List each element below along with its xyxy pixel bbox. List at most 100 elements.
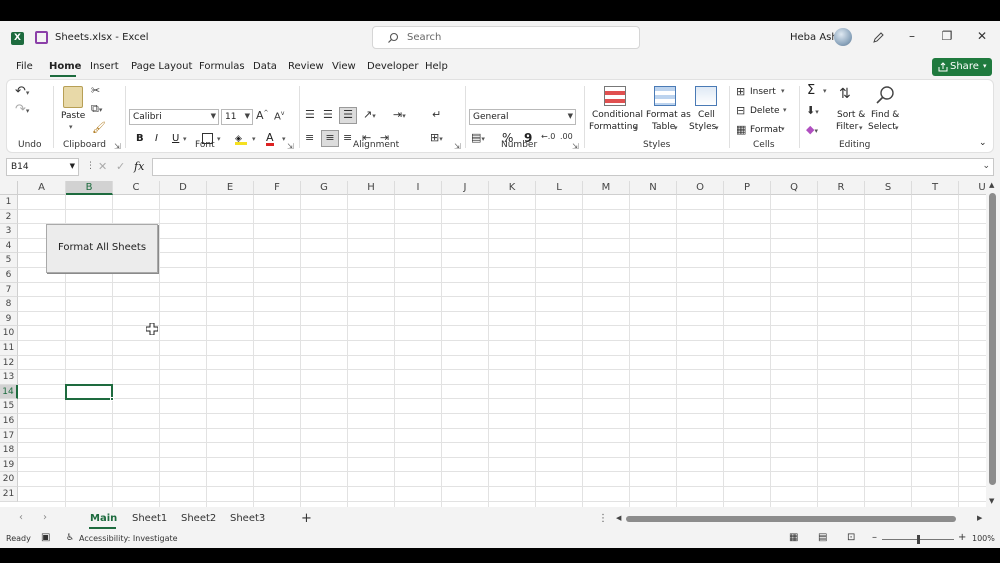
tab-review[interactable]: Review [288,61,324,72]
autosum-chevron-icon[interactable]: ▾ [823,87,827,95]
tab-data[interactable]: Data [253,61,277,72]
column-header-t[interactable]: T [912,181,959,195]
chevron-down-icon[interactable]: ▼ [70,162,75,170]
tab-file[interactable]: File [16,61,33,72]
column-header-m[interactable]: M [583,181,630,195]
zoom-level[interactable]: 100% [972,534,995,543]
decrease-decimal-icon[interactable]: .00 [560,132,573,141]
underline-chevron-icon[interactable]: ▾ [183,135,187,143]
find-select-chevron-icon[interactable]: ▾ [895,124,899,132]
sheet-tab-sheet2[interactable]: Sheet2 [181,513,216,524]
search-box[interactable]: Search [372,26,640,49]
delete-cells-button[interactable]: Delete [750,106,780,116]
font-name-dropdown[interactable]: Calibri ▼ [129,109,219,125]
cell-styles-icon[interactable] [695,86,717,106]
scroll-down-icon[interactable]: ▼ [989,497,994,505]
number-launcher-icon[interactable]: ⇲ [572,142,579,151]
prev-sheet-icon[interactable]: ‹ [19,512,23,523]
vertical-scroll-thumb[interactable] [989,193,996,485]
row-header-4[interactable]: 4 [0,238,18,254]
copy-icon[interactable]: ⧉▾ [91,102,102,116]
pen-icon[interactable] [871,31,885,45]
row-header-2[interactable]: 2 [0,209,18,225]
fill-handle[interactable] [110,397,114,402]
insert-cells-button[interactable]: Insert [750,87,776,97]
conditional-formatting-icon[interactable] [604,86,626,106]
row-header-13[interactable]: 13 [0,370,18,385]
row-header-21[interactable]: 21 [0,487,18,502]
page-layout-view-icon[interactable]: ▤ [818,532,827,543]
alignment-launcher-icon[interactable]: ⇲ [454,142,461,151]
increase-font-icon[interactable]: A^ [256,109,269,122]
paste-label[interactable]: Paste [61,111,85,121]
cell-styles-chevron-icon[interactable]: ▾ [715,124,719,132]
conditional-formatting-chevron-icon[interactable]: ▾ [634,124,638,132]
font-color-chevron-icon[interactable]: ▾ [282,135,286,143]
decrease-font-icon[interactable]: Av [274,110,284,122]
column-header-f[interactable]: F [254,181,301,195]
column-header-u[interactable]: U [959,181,986,195]
fill-color-chevron-icon[interactable]: ▾ [252,135,256,143]
minimize-icon[interactable]: – [902,29,922,47]
tab-help[interactable]: Help [425,61,448,72]
find-select-label-1[interactable]: Find & [871,110,899,120]
zoom-slider-thumb[interactable] [917,535,920,544]
align-bottom-icon[interactable]: ☰ [339,107,357,124]
tab-home[interactable]: Home [49,61,81,72]
close-icon[interactable]: ✕ [972,29,992,47]
sort-filter-icon[interactable]: ⇅ [839,86,851,102]
align-top-icon[interactable]: ☰ [305,108,315,121]
sheet-tab-sheet3[interactable]: Sheet3 [230,513,265,524]
clipboard-launcher-icon[interactable]: ⇲ [114,142,121,151]
undo-icon[interactable]: ↶▾ [15,84,29,99]
column-header-i[interactable]: I [395,181,442,195]
font-launcher-icon[interactable]: ⇲ [287,142,294,151]
align-middle-icon[interactable]: ☰ [323,108,333,121]
fill-icon[interactable]: ⬇▾ [806,104,819,117]
row-header-10[interactable]: 10 [0,326,18,341]
formula-input[interactable]: ⌄ [152,158,994,176]
restore-icon[interactable]: ❐ [937,29,957,47]
column-header-p[interactable]: P [724,181,771,195]
tab-view[interactable]: View [332,61,356,72]
share-chevron-icon[interactable]: ▾ [983,62,987,70]
accessibility-status[interactable]: Accessibility: Investigate [79,534,178,543]
collapse-ribbon-icon[interactable]: ⌄ [979,138,987,148]
underline-button[interactable]: U [172,133,179,144]
save-icon[interactable] [35,31,48,44]
column-header-o[interactable]: O [677,181,724,195]
row-header-19[interactable]: 19 [0,457,18,473]
column-header-c[interactable]: C [113,181,160,195]
format-cells-icon[interactable]: ▦ [736,123,746,136]
tab-formulas[interactable]: Formulas [199,61,245,72]
font-size-dropdown[interactable]: 11 ▼ [221,109,253,125]
align-left-icon[interactable]: ≡ [305,131,314,144]
format-cells-chevron-icon[interactable]: ▾ [781,125,785,133]
normal-view-icon[interactable]: ▦ [789,532,798,543]
add-sheet-button[interactable]: + [301,511,312,526]
insert-cells-icon[interactable]: ⊞ [736,85,745,98]
sort-filter-chevron-icon[interactable]: ▾ [859,124,863,132]
column-header-e[interactable]: E [207,181,254,195]
name-box[interactable]: B14 ▼ [6,158,79,176]
orientation-icon[interactable]: ↗▾ [363,108,376,121]
indent-dropdown-icon[interactable]: ⇥▾ [393,108,406,121]
scroll-right-icon[interactable]: ▶ [977,514,982,522]
column-header-h[interactable]: H [348,181,395,195]
conditional-formatting-label-1[interactable]: Conditional [592,110,643,120]
column-header-k[interactable]: K [489,181,536,195]
macro-recording-icon[interactable]: ▣ [41,532,50,543]
horizontal-scroll-thumb[interactable] [626,516,956,522]
tab-developer[interactable]: Developer [367,61,418,72]
increase-decimal-icon[interactable]: ←.0 [541,132,555,141]
confirm-entry-icon[interactable]: ✓ [116,160,125,173]
row-header-14[interactable]: 14 [0,384,18,400]
row-header-16[interactable]: 16 [0,414,18,429]
delete-cells-icon[interactable]: ⊟ [736,104,745,117]
user-name[interactable]: Heba Ash [790,32,838,43]
zoom-out-icon[interactable]: – [872,532,877,543]
conditional-formatting-label-2[interactable]: Formatting [589,122,638,132]
row-header-18[interactable]: 18 [0,443,18,458]
column-header-j[interactable]: J [442,181,489,195]
column-header-a[interactable]: A [18,181,66,195]
